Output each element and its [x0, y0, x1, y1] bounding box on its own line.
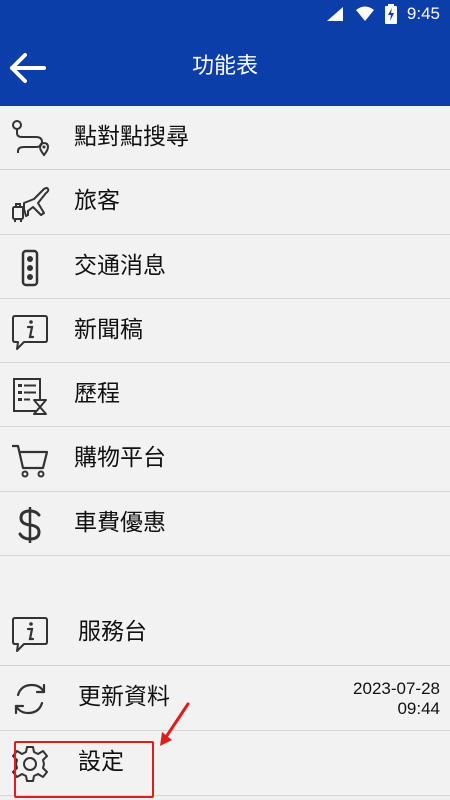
info-chat-icon [12, 314, 48, 350]
last-updated-date: 2023-07-28 [353, 679, 440, 698]
menu-item-label: 交通消息 [74, 252, 166, 279]
signal-icon [326, 7, 343, 21]
history-list-icon [13, 378, 47, 416]
gear-icon [12, 746, 48, 782]
status-time: 9:45 [406, 4, 440, 23]
menu-item-label: 歷程 [74, 381, 120, 408]
secondary-menu-list: 服務台 更新資料 2023-07-28 09:44 設定 [0, 601, 450, 796]
shopping-cart-icon [12, 445, 49, 478]
last-updated-time: 09:44 [397, 699, 440, 718]
menu-item-update-data[interactable]: 更新資料 2023-07-28 09:44 [0, 666, 450, 731]
page-title: 功能表 [191, 54, 258, 79]
route-search-icon [12, 120, 50, 157]
menu-list: 點對點搜尋 旅客 交通消息 新聞稿 歷程 購物平台 車費優惠 [0, 106, 450, 622]
traveler-airplane-icon [12, 187, 50, 223]
menu-item-label: 旅客 [74, 188, 120, 215]
app-bar: 功能表 [0, 28, 450, 106]
menu-item-label: 更新資料 [78, 684, 170, 710]
menu-item-press-release[interactable]: 新聞稿 [0, 298, 450, 364]
menu-item-history[interactable]: 歷程 [0, 363, 450, 428]
menu-item-traveler[interactable]: 旅客 [0, 170, 450, 235]
dollar-icon [18, 506, 41, 543]
last-updated-timestamp: 2023-07-28 09:44 [353, 679, 440, 719]
menu-item-label: 車費優惠 [74, 509, 166, 536]
menu-item-traffic-news[interactable]: 交通消息 [0, 234, 450, 299]
menu-item-label: 點對點搜尋 [74, 124, 189, 150]
menu-item-shopping[interactable]: 購物平台 [0, 427, 450, 492]
menu-item-label: 新聞稿 [74, 316, 143, 343]
menu-item-fare-discount[interactable]: 車費優惠 [0, 491, 450, 557]
battery-charging-icon [384, 4, 397, 24]
menu-item-label: 購物平台 [74, 445, 166, 472]
status-icons: 9:45 [325, 3, 440, 25]
menu-item-settings[interactable]: 設定 [0, 731, 450, 796]
menu-item-label: 設定 [78, 749, 124, 775]
status-bar: 9:45 [0, 0, 450, 28]
info-chat-icon [12, 617, 48, 652]
menu-item-route-search[interactable]: 點對點搜尋 [0, 106, 450, 171]
refresh-icon [14, 683, 46, 715]
wifi-icon [355, 6, 374, 21]
menu-item-label: 服務台 [78, 619, 147, 645]
menu-item-service-desk[interactable]: 服務台 [0, 601, 450, 666]
traffic-light-icon [21, 249, 39, 286]
